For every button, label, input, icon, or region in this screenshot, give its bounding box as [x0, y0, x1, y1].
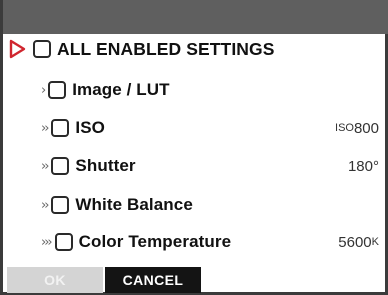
shutter-value: 180°: [348, 152, 379, 180]
settings-dialog: ALL ENABLED SETTINGS › Image / LUT ›› IS…: [0, 0, 388, 295]
checkbox-icon[interactable]: [51, 119, 70, 137]
iso-value-number: 800: [353, 119, 379, 137]
color-temperature-value: 5600 K: [338, 228, 379, 256]
checkbox-icon[interactable]: [51, 157, 70, 175]
menu-item-label: Image / LUT: [72, 80, 170, 99]
shutter-value-text: 180°: [347, 157, 379, 175]
selection-arrow-icon: [7, 35, 27, 63]
cancel-button[interactable]: CANCEL: [105, 267, 201, 293]
indent-chevrons-icon: ››: [41, 158, 50, 174]
indent-chevrons-icon: ››: [41, 120, 50, 136]
checkbox-icon[interactable]: [33, 40, 51, 58]
dialog-button-bar: OK CANCEL: [3, 267, 388, 295]
checkbox-icon[interactable]: [54, 233, 73, 251]
menu-item-iso[interactable]: ›› ISO: [41, 114, 105, 142]
iso-value: ISO 800: [335, 114, 379, 142]
menu-item-all-enabled-settings[interactable]: ALL ENABLED SETTINGS: [29, 35, 275, 63]
checkbox-icon[interactable]: [48, 81, 67, 99]
menu-item-label: White Balance: [75, 195, 193, 214]
menu-item-white-balance[interactable]: ›› White Balance: [41, 191, 193, 219]
menu-item-image-lut[interactable]: › Image / LUT: [41, 76, 170, 104]
iso-value-prefix: ISO: [335, 122, 354, 134]
ok-button[interactable]: OK: [7, 267, 103, 293]
indent-chevrons-icon: ›››: [41, 234, 53, 250]
color-temperature-number: 5600: [338, 233, 372, 251]
title-bar: [3, 0, 388, 34]
menu-item-color-temperature[interactable]: ››› Color Temperature: [41, 228, 231, 256]
menu-item-label: ISO: [75, 118, 105, 137]
menu-item-label: Shutter: [75, 156, 136, 175]
color-temperature-unit: K: [371, 236, 379, 248]
menu-item-shutter[interactable]: ›› Shutter: [41, 152, 136, 180]
indent-chevrons-icon: ›: [41, 82, 46, 98]
checkbox-icon[interactable]: [51, 196, 70, 214]
menu-item-label: ALL ENABLED SETTINGS: [57, 38, 275, 59]
indent-chevrons-icon: ››: [41, 197, 50, 213]
menu-item-label: Color Temperature: [78, 232, 232, 251]
